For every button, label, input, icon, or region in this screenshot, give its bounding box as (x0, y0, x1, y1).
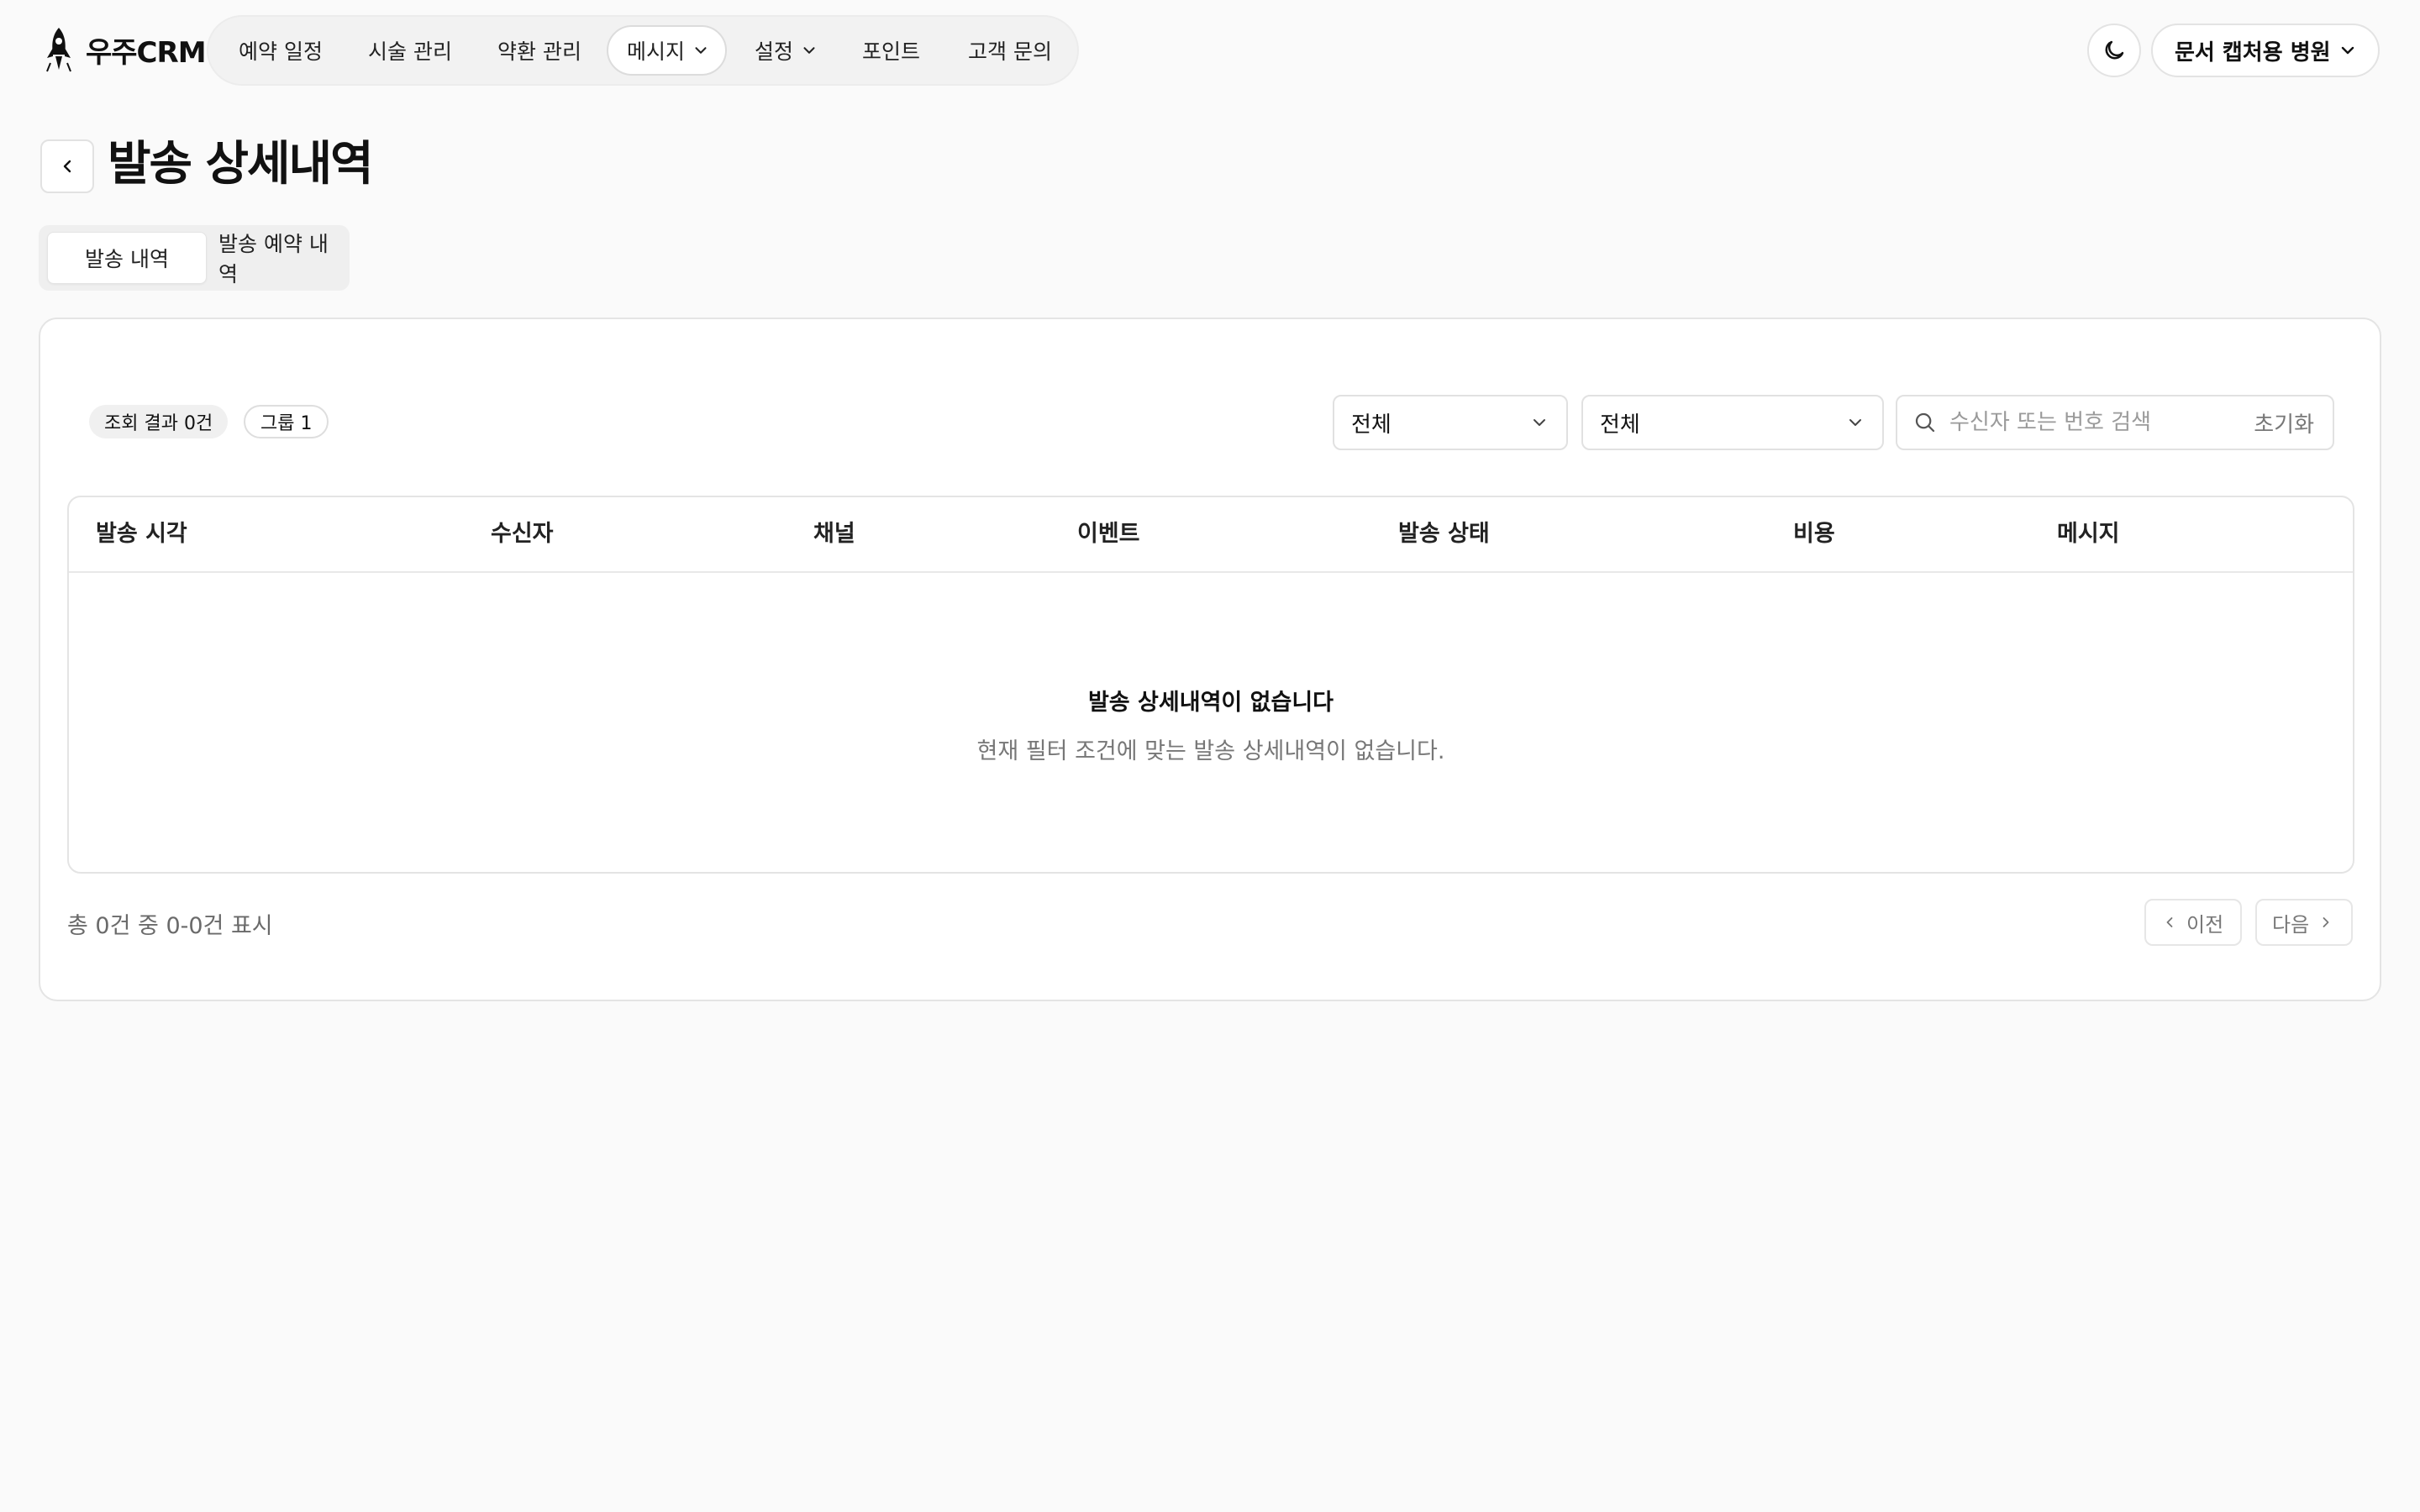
next-page-button[interactable]: 다음 (2255, 899, 2353, 946)
next-label: 다음 (2272, 912, 2310, 937)
nav-label: 약환 관리 (497, 39, 581, 64)
nav-label: 예약 일정 (239, 39, 323, 64)
nav-item-points[interactable]: 포인트 (862, 25, 920, 76)
search-input[interactable] (1949, 410, 2254, 435)
chevron-down-icon (2341, 46, 2354, 55)
prev-label: 이전 (2186, 912, 2224, 937)
theme-toggle-button[interactable] (2087, 24, 2141, 77)
nav-label: 시술 관리 (368, 39, 452, 64)
chevron-left-icon (63, 160, 71, 173)
nav-item-message[interactable]: 메시지 (607, 25, 728, 76)
select-value: 전체 (1351, 412, 1392, 438)
clinic-name: 문서 캡처용 병원 (2175, 39, 2331, 66)
column-header-event[interactable]: 이벤트 (1077, 497, 1140, 571)
column-header-message[interactable]: 메시지 (2057, 497, 2120, 571)
main-nav: 예약 일정 시술 관리 약환 관리 메시지 설정 포인트 고객 문의 (207, 15, 1079, 86)
chevron-down-icon (803, 47, 815, 54)
chevron-down-icon (1849, 419, 1861, 426)
filter-select-2[interactable]: 전체 (1581, 395, 1884, 450)
rocket-icon (46, 28, 71, 72)
nav-label: 고객 문의 (968, 39, 1052, 64)
column-header-status[interactable]: 발송 상태 (1398, 497, 1490, 571)
empty-state-title: 발송 상세내역이 없습니다 (1087, 690, 1334, 716)
moon-icon (2105, 40, 2124, 60)
nav-item-reservation[interactable]: 예약 일정 (239, 25, 323, 76)
prev-page-button[interactable]: 이전 (2144, 899, 2242, 946)
reset-button[interactable]: 초기화 (2254, 407, 2314, 438)
column-header-cost[interactable]: 비용 (1793, 497, 1835, 571)
nav-item-agreement[interactable]: 약환 관리 (497, 25, 581, 76)
search-icon (1915, 412, 1935, 433)
chevron-right-icon (2323, 917, 2329, 927)
result-count-badge: 조회 결과 0건 (89, 405, 229, 438)
top-navigation: 우주CRM 예약 일정 시술 관리 약환 관리 메시지 설정 포인트 고객 문의… (0, 0, 2420, 99)
clinic-selector[interactable]: 문서 캡처용 병원 (2151, 24, 2380, 77)
nav-label: 설정 (755, 39, 794, 64)
tab-send-history[interactable]: 발송 내역 (47, 232, 207, 284)
table-header: 발송 시각 수신자 채널 이벤트 발송 상태 비용 메시지 (69, 497, 2353, 573)
nav-item-inquiry[interactable]: 고객 문의 (968, 25, 1052, 76)
page-title: 발송 상세내역 (108, 137, 374, 192)
nav-label: 포인트 (862, 39, 921, 64)
tab-list: 발송 내역 발송 예약 내역 (39, 225, 350, 291)
chevron-down-icon (1534, 419, 1545, 426)
back-button[interactable] (40, 139, 94, 193)
app-logo[interactable]: 우주CRM (39, 24, 207, 76)
chevron-left-icon (2166, 917, 2173, 927)
logo-text: 우주CRM (86, 35, 207, 70)
tab-scheduled-history[interactable]: 발송 예약 내역 (218, 232, 341, 286)
nav-item-settings[interactable]: 설정 (755, 25, 818, 76)
nav-label: 메시지 (627, 39, 686, 64)
history-card: 조회 결과 0건 그룹 1 전체 전체 초기화 발송 시각 수신자 채널 이벤트… (39, 318, 2381, 1001)
empty-state-description: 현재 필터 조건에 맞는 발송 상세내역이 없습니다. (976, 738, 1445, 764)
pagination-summary: 총 0건 중 0-0건 표시 (67, 913, 273, 939)
column-header-sent-time[interactable]: 발송 시각 (96, 497, 187, 571)
select-value: 전체 (1600, 412, 1640, 438)
nav-item-procedure[interactable]: 시술 관리 (368, 25, 452, 76)
search-box: 초기화 (1896, 395, 2334, 450)
group-badge: 그룹 1 (244, 405, 329, 438)
chevron-down-icon (695, 47, 707, 54)
filter-select-1[interactable]: 전체 (1333, 395, 1568, 450)
history-table: 발송 시각 수신자 채널 이벤트 발송 상태 비용 메시지 발송 상세내역이 없… (67, 496, 2354, 874)
column-header-recipient[interactable]: 수신자 (491, 497, 554, 571)
column-header-channel[interactable]: 채널 (813, 497, 855, 571)
